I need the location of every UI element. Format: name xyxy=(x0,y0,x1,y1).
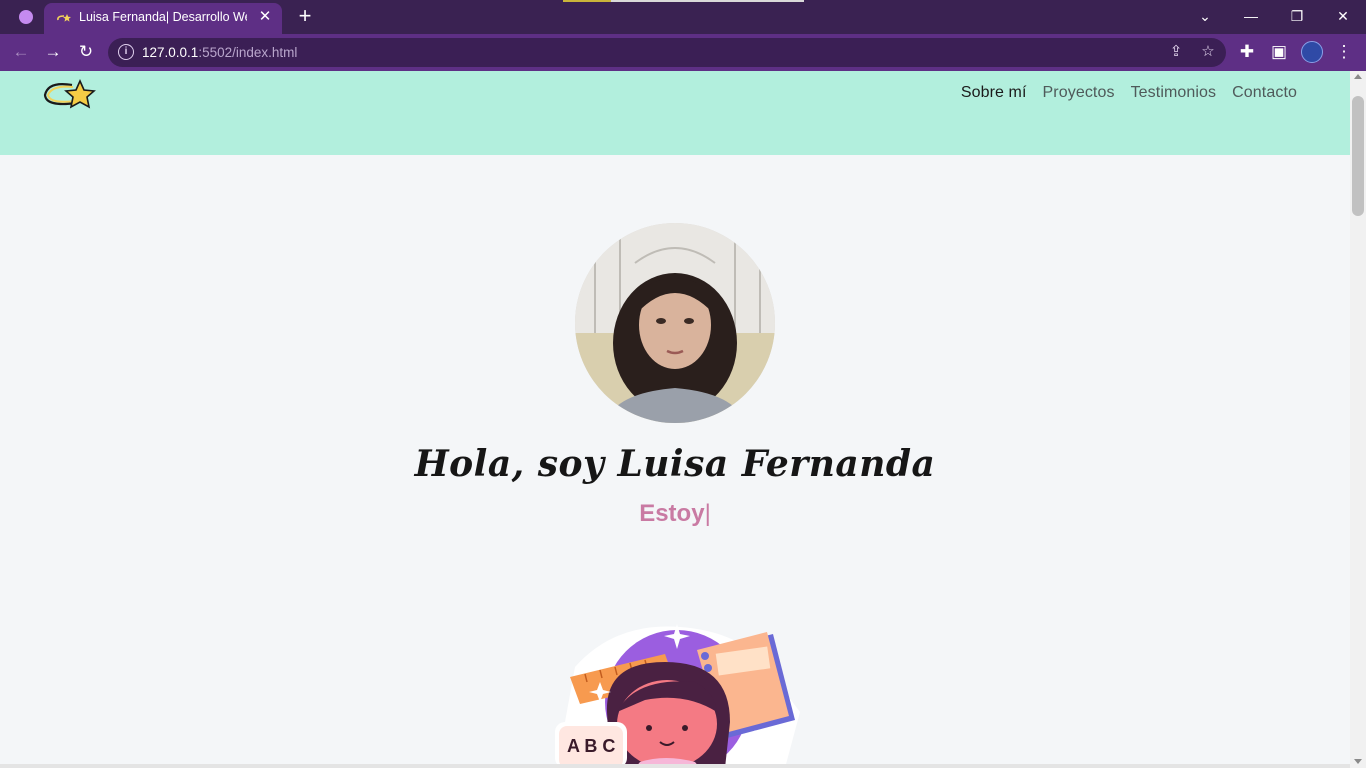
typing-cursor: | xyxy=(704,500,711,527)
abc-blocks-text: A B C xyxy=(567,736,615,756)
scroll-up-arrow-icon[interactable] xyxy=(1354,74,1362,79)
profile-avatar[interactable] xyxy=(1301,41,1323,63)
restore-icon[interactable]: ❐ xyxy=(1285,5,1309,27)
back-icon[interactable]: ← xyxy=(10,41,32,63)
nav-testimonios[interactable]: Testimonios xyxy=(1131,84,1217,102)
bookmark-star-icon[interactable]: ☆ xyxy=(1198,42,1218,62)
close-window-icon[interactable]: ✕ xyxy=(1331,5,1355,27)
reload-icon[interactable]: ↻ xyxy=(75,41,97,63)
extensions-puzzle-icon[interactable]: ✚ xyxy=(1236,41,1258,63)
browser-tab[interactable]: Luisa Fernanda| Desarrollo Web ✕ xyxy=(44,3,282,34)
shooting-star-logo-icon[interactable] xyxy=(42,77,98,109)
scroll-down-arrow-icon[interactable] xyxy=(1354,759,1362,764)
scroll-thumb[interactable] xyxy=(1352,96,1364,216)
greeting-heading: Hola, soy Luisa Fernanda xyxy=(414,443,936,485)
tab-title: Luisa Fernanda| Desarrollo Web xyxy=(79,10,247,24)
forward-icon[interactable]: → xyxy=(42,41,64,63)
vertical-scrollbar[interactable] xyxy=(1350,71,1366,768)
profile-dot-icon[interactable] xyxy=(19,10,33,24)
new-tab-icon[interactable]: + xyxy=(294,5,316,28)
side-panel-icon[interactable]: ▣ xyxy=(1268,41,1290,63)
shooting-star-favicon-icon xyxy=(57,14,71,22)
profile-photo xyxy=(575,223,775,423)
site-info-icon[interactable]: i xyxy=(118,44,134,60)
nav-contacto[interactable]: Contacto xyxy=(1232,84,1297,102)
tab-close-icon[interactable]: ✕ xyxy=(257,9,273,25)
menu-kebab-icon[interactable]: ⋮ xyxy=(1333,41,1355,63)
media-indicator xyxy=(563,0,804,2)
nav-proyectos[interactable]: Proyectos xyxy=(1043,84,1115,102)
nav-sobre-mi[interactable]: Sobre mí xyxy=(961,84,1027,102)
typing-word: Estoy xyxy=(639,500,705,527)
tab-search-icon[interactable]: ⌄ xyxy=(1193,5,1217,27)
horizontal-scrollbar[interactable] xyxy=(0,764,1350,768)
girl-studying-illustration: A B C xyxy=(555,624,800,768)
url-text[interactable]: 127.0.0.1:5502/index.html xyxy=(142,45,297,60)
minimize-icon[interactable]: — xyxy=(1239,5,1263,27)
share-icon[interactable]: ⇪ xyxy=(1166,42,1186,62)
typing-text: Estoy| xyxy=(0,500,1350,528)
site-header: Sobre mí Proyectos Testimonios Contacto xyxy=(0,71,1350,155)
browser-tab-bar: Luisa Fernanda| Desarrollo Web ✕ + ⌄ — ❐… xyxy=(0,0,1366,34)
main-nav: Sobre mí Proyectos Testimonios Contacto xyxy=(961,84,1297,102)
browser-toolbar: ← → ↻ i 127.0.0.1:5502/index.html ⇪ ☆ ✚ … xyxy=(0,34,1366,71)
address-bar[interactable]: i 127.0.0.1:5502/index.html ⇪ ☆ xyxy=(108,38,1226,67)
